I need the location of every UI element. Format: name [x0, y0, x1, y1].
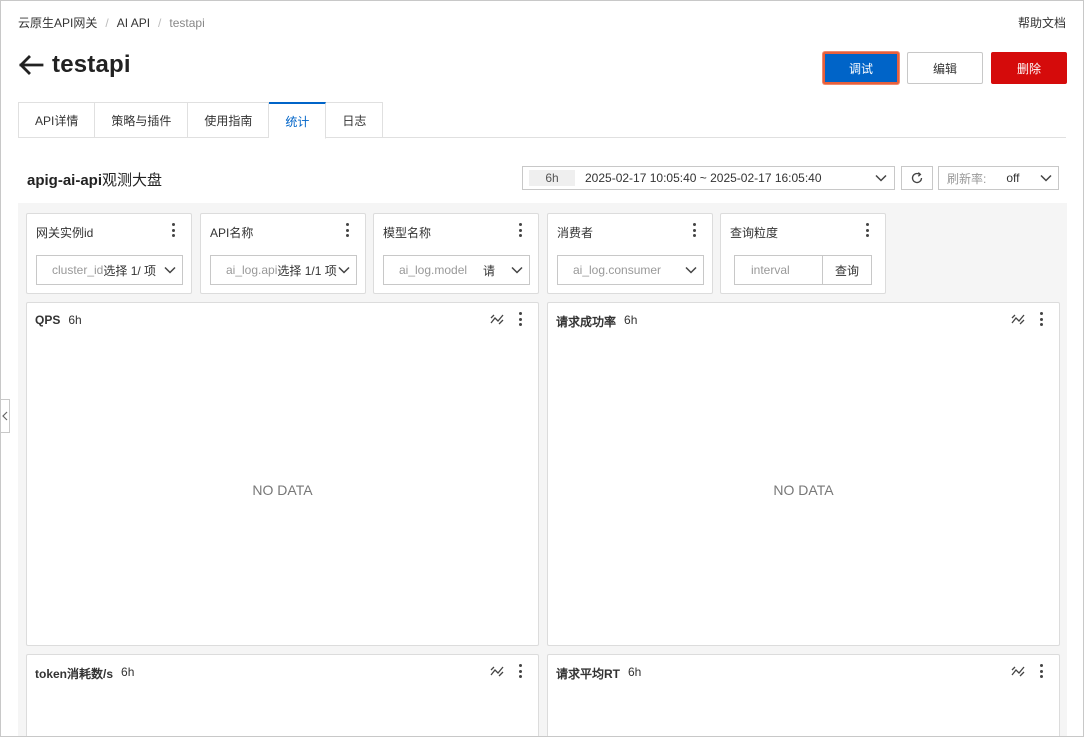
refresh-icon [911, 172, 923, 184]
no-data-text: NO DATA [773, 482, 834, 498]
tab-usage-guide[interactable]: 使用指南 [188, 102, 270, 138]
more-options-icon[interactable] [171, 223, 175, 237]
trend-icon[interactable] [1011, 664, 1025, 678]
panel-time-range: 6h [624, 313, 638, 327]
more-options-icon[interactable] [345, 223, 349, 237]
trend-icon[interactable] [490, 312, 504, 326]
arrow-left-icon[interactable] [18, 54, 44, 76]
panel-token-consumption: token消耗数/s 6h [26, 654, 539, 736]
panel-title: token消耗数/s 6h [35, 665, 134, 682]
app-frame: 云原生API网关 / AI API / testapi 帮助文档 testapi… [0, 0, 1084, 737]
panel-title: 请求平均RT 6h [556, 665, 641, 682]
tab-logs[interactable]: 日志 [326, 102, 384, 138]
filter-select-count: 选择 1/1 项 [277, 263, 337, 278]
panel-time-range: 6h [628, 665, 642, 679]
filter-select-value: ai_log.consumer [573, 263, 662, 277]
dashboard-title-suffix: 观测大盘 [102, 172, 163, 189]
tab-statistics[interactable]: 统计 [269, 102, 327, 139]
refresh-rate-label: 刷新率: [947, 171, 987, 186]
filter-query-granularity: 查询粒度 interval 查询 [720, 213, 886, 294]
more-options-icon[interactable] [518, 312, 522, 326]
more-options-icon[interactable] [1039, 312, 1043, 326]
panel-title: QPS 6h [35, 313, 82, 327]
breadcrumb-item-ai-api[interactable]: AI API [117, 16, 150, 30]
panel-time-range: 6h [68, 313, 82, 327]
filter-label: 模型名称 [383, 226, 432, 240]
filter-select-consumer[interactable]: ai_log.consumer [557, 255, 704, 285]
sidebar-toggle-handle[interactable] [1, 399, 10, 433]
refresh-button[interactable] [901, 166, 933, 190]
refresh-rate-value: off [1006, 171, 1020, 185]
debug-button[interactable]: 调试 [823, 52, 899, 84]
filter-select-api[interactable]: ai_log.api 选择 1/1 项 [210, 255, 357, 285]
panel-time-range: 6h [121, 665, 135, 679]
time-range-badge: 6h [529, 170, 575, 186]
dashboard-title-name: apig-ai-api [27, 172, 103, 189]
filter-api-name: API名称 ai_log.api 选择 1/1 项 [200, 213, 366, 294]
filter-select-count: 选择 1/ 项 [103, 263, 157, 278]
tab-bar: API详情 策略与插件 使用指南 统计 日志 [18, 102, 1066, 139]
time-range-value: 2025-02-17 10:05:40 ~ 2025-02-17 16:05:4… [585, 171, 822, 185]
chevron-down-icon [510, 263, 524, 277]
chevron-left-icon [2, 411, 8, 421]
panel-title: 请求成功率 6h [556, 313, 637, 330]
filter-select-cluster-id[interactable]: cluster_id 选择 1/ 项 [36, 255, 183, 285]
interval-input[interactable]: interval [734, 255, 823, 285]
filter-select-placeholder: 请 [483, 263, 496, 278]
chevron-down-icon [337, 263, 351, 277]
more-options-icon[interactable] [518, 223, 522, 237]
edit-button[interactable]: 编辑 [907, 52, 983, 84]
no-data-text: NO DATA [252, 482, 313, 498]
breadcrumb-item-gateway[interactable]: 云原生API网关 [18, 14, 97, 31]
time-range-picker[interactable]: 6h 2025-02-17 10:05:40 ~ 2025-02-17 16:0… [522, 166, 895, 190]
page-header: testapi [18, 51, 131, 79]
tab-api-details[interactable]: API详情 [18, 102, 96, 138]
chevron-down-icon [875, 174, 887, 182]
query-button[interactable]: 查询 [822, 255, 872, 285]
filter-select-model[interactable]: ai_log.model 请 [383, 255, 530, 285]
breadcrumb: 云原生API网关 / AI API / testapi [18, 14, 205, 31]
panel-qps: QPS 6h NO DATA [26, 302, 539, 646]
filter-select-value: ai_log.api [226, 263, 278, 277]
delete-button[interactable]: 删除 [991, 52, 1067, 84]
filter-select-value: cluster_id [52, 263, 104, 277]
panel-avg-rt: 请求平均RT 6h [547, 654, 1060, 736]
trend-icon[interactable] [490, 664, 504, 678]
panel-title-text: QPS [35, 313, 61, 327]
filter-label: 网关实例id [36, 226, 94, 240]
help-docs-link[interactable]: 帮助文档 [1018, 14, 1066, 31]
more-options-icon[interactable] [865, 223, 869, 237]
chevron-down-icon [163, 263, 177, 277]
panel-title-text: 请求平均RT [556, 667, 620, 681]
trend-icon[interactable] [1011, 312, 1025, 326]
filter-gateway-instance: 网关实例id cluster_id 选择 1/ 项 [26, 213, 192, 294]
more-options-icon[interactable] [692, 223, 696, 237]
dashboard-title: apig-ai-api观测大盘 [27, 169, 162, 190]
panel-success-rate: 请求成功率 6h NO DATA [547, 302, 1060, 646]
filter-label: API名称 [210, 226, 254, 240]
panel-title-text: 请求成功率 [556, 315, 617, 329]
breadcrumb-separator: / [158, 15, 162, 30]
chevron-down-icon [1040, 174, 1052, 182]
filter-select-value: ai_log.model [399, 263, 468, 277]
panel-title-text: token消耗数/s [35, 667, 114, 681]
breadcrumb-separator: / [105, 15, 109, 30]
refresh-rate-select[interactable]: 刷新率: off [938, 166, 1059, 190]
chevron-down-icon [684, 263, 698, 277]
more-options-icon[interactable] [1039, 664, 1043, 678]
filter-label: 查询粒度 [730, 226, 779, 240]
breadcrumb-item-current: testapi [169, 15, 205, 30]
filter-model-name: 模型名称 ai_log.model 请 [373, 213, 539, 294]
filter-consumer: 消费者 ai_log.consumer [547, 213, 713, 294]
more-options-icon[interactable] [518, 664, 522, 678]
page-title: testapi [52, 51, 131, 78]
filter-label: 消费者 [557, 226, 594, 240]
tab-policies-plugins[interactable]: 策略与插件 [95, 102, 189, 138]
